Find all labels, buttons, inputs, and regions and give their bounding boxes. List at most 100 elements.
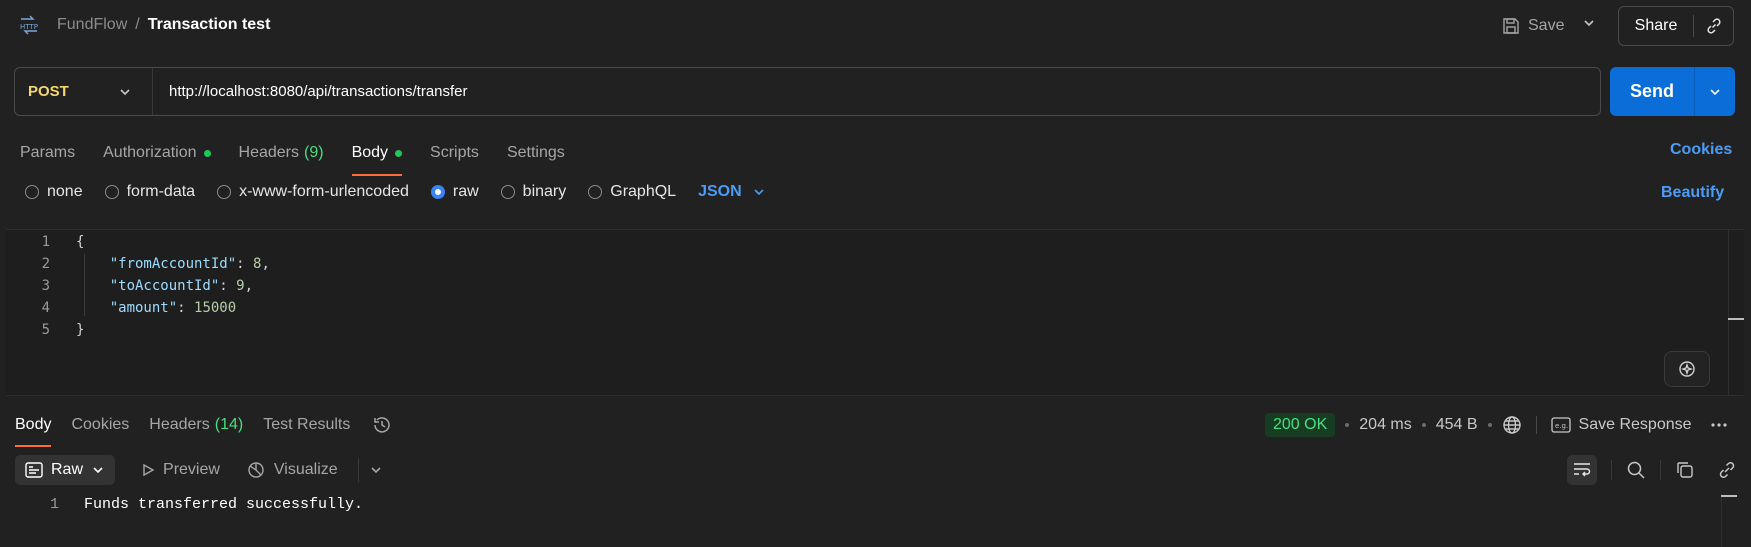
editor-scroll-thumb[interactable]: [1728, 318, 1744, 320]
raw-label: Raw: [51, 461, 84, 478]
response-scrollbar[interactable]: [1721, 493, 1737, 547]
meta-dot: [1421, 423, 1426, 427]
radio-binary-label: binary: [522, 183, 567, 200]
copy-link-icon[interactable]: [1694, 17, 1733, 35]
json-key: "fromAccountId": [109, 256, 237, 272]
chevron-down-icon[interactable]: [1582, 14, 1596, 32]
send-group: Send: [1610, 67, 1735, 116]
url-bar: POST: [14, 67, 1601, 116]
save-response-button[interactable]: e.g. Save Response: [1550, 416, 1692, 434]
raw-format-select[interactable]: Raw: [15, 455, 116, 485]
radio-binary[interactable]: binary: [500, 183, 567, 201]
visualize-icon: [246, 460, 266, 480]
radio-circle: [104, 185, 119, 199]
response-tab-test-results-label: Test Results: [263, 416, 351, 433]
save-button[interactable]: Save: [1502, 12, 1564, 40]
line-number: 2: [41, 256, 50, 272]
json-key: "toAccountId": [109, 278, 220, 294]
response-tab-headers-label: Headers: [149, 416, 210, 433]
meta-separator: [1535, 416, 1537, 434]
visualize-button[interactable]: Visualize: [246, 460, 338, 480]
response-body-viewer[interactable]: 1 Funds transferred successfully.: [0, 493, 1751, 547]
radio-raw[interactable]: raw: [430, 183, 479, 201]
request-body-editor[interactable]: 1 { 2 "fromAccountId": 8, 3 "toAccountId…: [6, 229, 1744, 396]
wrap-lines-icon: [1572, 461, 1592, 479]
json-value: 15000: [194, 300, 237, 316]
json-value: 9: [236, 278, 245, 294]
cookies-link[interactable]: Cookies: [1670, 141, 1732, 159]
response-text: Funds transferred successfully.: [84, 496, 364, 513]
breadcrumb: FundFlow / Transaction test: [57, 16, 270, 34]
radio-none[interactable]: none: [25, 183, 83, 201]
chevron-down-icon[interactable]: [1695, 85, 1735, 99]
response-tab-test-results[interactable]: Test Results: [263, 412, 350, 438]
preview-label: Preview: [163, 461, 220, 478]
tab-params[interactable]: Params: [20, 138, 75, 168]
response-meta: 200 OK 204 ms 454 B e.g. Save Response: [1265, 413, 1728, 437]
tab-headers[interactable]: Headers (9): [239, 138, 324, 168]
editor-scrollbar[interactable]: [1728, 230, 1744, 395]
language-label: JSON: [698, 183, 742, 200]
tab-scripts-label: Scripts: [430, 144, 479, 161]
response-tab-headers[interactable]: Headers (14): [149, 412, 243, 438]
tab-body[interactable]: Body: [351, 138, 403, 176]
tab-settings[interactable]: Settings: [507, 138, 565, 168]
tab-scripts[interactable]: Scripts: [430, 138, 479, 168]
radio-form-data[interactable]: form-data: [104, 183, 196, 201]
http-request-icon: HTTP: [19, 15, 39, 35]
history-icon[interactable]: [372, 415, 392, 435]
tab-authorization-label: Authorization: [103, 144, 197, 161]
response-size[interactable]: 454 B: [1436, 416, 1478, 434]
play-icon: [141, 463, 155, 477]
link-icon[interactable]: [1717, 460, 1737, 480]
preview-button[interactable]: Preview: [141, 461, 220, 479]
response-tabs: Body Cookies Headers (14) Test Results: [15, 412, 392, 447]
line-number: 4: [41, 300, 50, 316]
tab-headers-label: Headers: [238, 144, 299, 161]
response-time[interactable]: 204 ms: [1359, 416, 1411, 434]
response-tab-cookies[interactable]: Cookies: [71, 412, 129, 438]
search-icon[interactable]: [1626, 460, 1646, 480]
tab-params-label: Params: [20, 144, 76, 161]
wrap-lines-button[interactable]: [1567, 455, 1597, 485]
method-select[interactable]: POST: [15, 68, 153, 115]
url-input[interactable]: [153, 68, 1600, 115]
globe-icon[interactable]: [1502, 415, 1522, 435]
chevron-down-icon[interactable]: [357, 458, 383, 482]
open-brace: {: [76, 234, 85, 250]
radio-circle: [500, 185, 515, 199]
code-line: 4 "amount": 15000: [6, 297, 237, 319]
beautify-link[interactable]: Beautify: [1661, 184, 1724, 202]
response-tab-body[interactable]: Body: [15, 412, 52, 447]
radio-none-label: none: [47, 183, 83, 200]
radio-graphql-label: GraphQL: [610, 183, 677, 200]
header-bar: HTTP FundFlow / Transaction test Save Sh…: [0, 0, 1751, 54]
copy-icon[interactable]: [1675, 460, 1695, 480]
line-number: 1: [49, 496, 59, 513]
status-badge[interactable]: 200 OK: [1265, 413, 1336, 437]
radio-circle: [25, 185, 39, 199]
radio-graphql[interactable]: GraphQL: [588, 183, 676, 201]
radio-urlencoded[interactable]: x-www-form-urlencoded: [217, 183, 409, 201]
request-title[interactable]: Transaction test: [148, 16, 271, 34]
code-line: 3 "toAccountId": 9,: [6, 275, 253, 297]
tab-authorization[interactable]: Authorization: [103, 138, 211, 168]
line-number: 3: [41, 278, 50, 294]
breadcrumb-separator: /: [135, 16, 140, 33]
chevron-down-icon: [752, 185, 766, 199]
breadcrumb-collection[interactable]: FundFlow: [57, 16, 127, 34]
share-button[interactable]: Share: [1619, 17, 1693, 35]
more-options-icon[interactable]: [1710, 422, 1728, 428]
line-number: 5: [41, 322, 50, 338]
status-dot: [395, 149, 403, 157]
method-label: POST: [28, 83, 69, 100]
headers-count: (9): [304, 144, 324, 161]
send-button[interactable]: Send: [1610, 81, 1694, 102]
response-tab-body-label: Body: [15, 416, 52, 433]
radio-urlencoded-label: x-www-form-urlencoded: [239, 183, 409, 200]
radio-circle-checked: [430, 185, 445, 199]
ai-assist-button[interactable]: [1664, 351, 1710, 387]
language-select[interactable]: JSON: [698, 183, 766, 201]
radio-form-data-label: form-data: [126, 183, 196, 200]
response-scroll-thumb[interactable]: [1721, 495, 1737, 497]
